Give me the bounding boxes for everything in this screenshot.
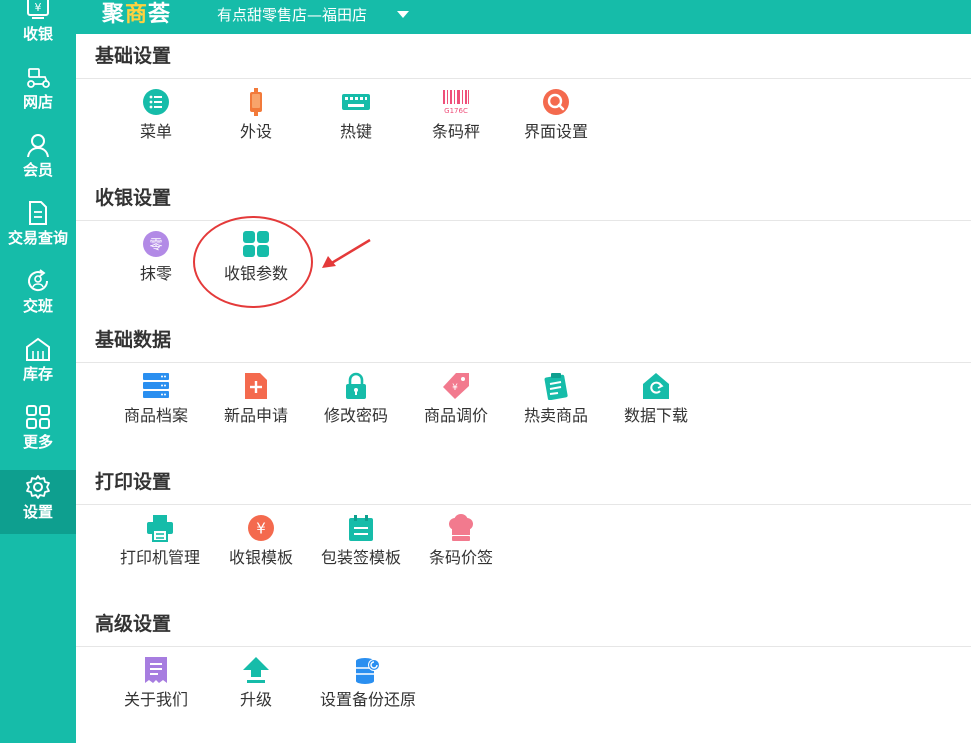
sidebar-item-online-store[interactable]: 网店 bbox=[0, 60, 76, 124]
tile-receipt-template[interactable]: ¥ 收银模板 bbox=[211, 514, 311, 578]
gear-icon bbox=[26, 475, 50, 499]
scooter-icon bbox=[27, 68, 50, 88]
grid-icon bbox=[26, 405, 50, 429]
tile-hotkeys[interactable]: 热键 bbox=[306, 88, 406, 152]
sidebar-item-label: 网店 bbox=[22, 93, 53, 111]
member-icon bbox=[27, 134, 49, 158]
zero-icon: 零 bbox=[143, 231, 169, 257]
tile-barcode-price-label[interactable]: 条码价签 bbox=[411, 514, 511, 578]
app-logo: 聚商荟 bbox=[102, 2, 172, 27]
tile-backup-restore[interactable]: 设置备份还原 bbox=[318, 656, 418, 720]
sidebar-item-shift[interactable]: 交班 bbox=[0, 264, 76, 328]
svg-text:¥: ¥ bbox=[35, 1, 42, 14]
top-header: 聚商荟 有点甜零售店—福田店 bbox=[76, 0, 971, 34]
device-icon bbox=[250, 88, 262, 116]
sidebar: ¥ 收银 网店 会员 交易查询 交班 库存 更多 设置 bbox=[0, 0, 76, 743]
section-title-basic-data: 基础数据 bbox=[95, 329, 172, 351]
upload-icon bbox=[243, 657, 269, 683]
divider bbox=[76, 504, 971, 505]
svg-text:¥: ¥ bbox=[256, 520, 266, 538]
clipboard-icon bbox=[544, 373, 568, 400]
sidebar-item-more[interactable]: 更多 bbox=[0, 400, 76, 464]
svg-text:G176C: G176C bbox=[444, 107, 468, 115]
chef-hat-icon bbox=[449, 514, 473, 541]
price-tag-icon: ¥ bbox=[443, 373, 469, 399]
sidebar-item-label: 收银 bbox=[22, 25, 53, 43]
sidebar-item-label: 库存 bbox=[22, 365, 53, 383]
chevron-down-icon[interactable] bbox=[397, 11, 409, 18]
cashier-icon: ¥ bbox=[27, 0, 49, 19]
section-title-advanced-settings: 高级设置 bbox=[95, 613, 172, 635]
tile-barcode-scale[interactable]: G176C 条码秤 bbox=[406, 88, 506, 152]
sidebar-item-label: 设置 bbox=[22, 503, 53, 521]
tile-about-us[interactable]: 关于我们 bbox=[106, 656, 206, 720]
sidebar-item-label: 交易查询 bbox=[7, 229, 68, 247]
tile-package-label-template[interactable]: 包装签模板 bbox=[311, 514, 411, 578]
sync-home-icon bbox=[643, 373, 669, 399]
tile-change-password[interactable]: 修改密码 bbox=[306, 372, 406, 436]
yen-icon: ¥ bbox=[248, 515, 274, 541]
sidebar-item-cashier[interactable]: ¥ 收银 bbox=[0, 0, 76, 56]
store-selector[interactable]: 有点甜零售店—福田店 bbox=[217, 5, 367, 25]
tile-data-download[interactable]: 数据下载 bbox=[606, 372, 706, 436]
annotation-circle bbox=[193, 216, 313, 308]
shift-icon bbox=[28, 269, 49, 292]
tile-new-product-request[interactable]: 新品申请 bbox=[206, 372, 306, 436]
sidebar-item-inventory[interactable]: 库存 bbox=[0, 332, 76, 396]
tile-interface-settings[interactable]: 界面设置 bbox=[506, 88, 606, 152]
magnify-icon bbox=[543, 89, 569, 115]
annotation-arrow-icon bbox=[322, 238, 371, 268]
document-icon bbox=[29, 201, 47, 225]
tile-hot-products[interactable]: 热卖商品 bbox=[506, 372, 606, 436]
tile-upgrade[interactable]: 升级 bbox=[206, 656, 306, 720]
sidebar-item-member[interactable]: 会员 bbox=[0, 128, 76, 192]
section-title-basic-settings: 基础设置 bbox=[95, 45, 172, 67]
tile-printer-management[interactable]: 打印机管理 bbox=[110, 514, 210, 578]
calendar-icon bbox=[349, 515, 373, 541]
section-title-cashier-settings: 收银设置 bbox=[95, 187, 172, 209]
warehouse-icon bbox=[26, 337, 50, 361]
divider bbox=[76, 78, 971, 79]
divider bbox=[76, 220, 971, 221]
sidebar-item-transactions[interactable]: 交易查询 bbox=[0, 196, 76, 260]
tile-price-adjust[interactable]: ¥ 商品调价 bbox=[406, 372, 506, 436]
divider bbox=[76, 362, 971, 363]
new-file-icon bbox=[245, 373, 267, 399]
tile-peripherals[interactable]: 外设 bbox=[206, 88, 306, 152]
sidebar-item-label: 交班 bbox=[22, 297, 53, 315]
sidebar-item-label: 会员 bbox=[22, 161, 53, 179]
tile-round-off[interactable]: 零 抹零 bbox=[106, 230, 206, 294]
printer-icon bbox=[147, 515, 173, 542]
sidebar-item-settings[interactable]: 设置 bbox=[0, 470, 76, 534]
tile-product-records[interactable]: 商品档案 bbox=[106, 372, 206, 436]
barcode-icon: G176C bbox=[443, 90, 469, 115]
divider bbox=[76, 646, 971, 647]
tile-menu[interactable]: 菜单 bbox=[106, 88, 206, 152]
backup-icon bbox=[356, 658, 380, 684]
svg-text:零: 零 bbox=[149, 238, 162, 253]
sidebar-item-label: 更多 bbox=[22, 433, 53, 451]
receipt-icon bbox=[145, 657, 167, 683]
keyboard-icon bbox=[342, 94, 370, 110]
lock-icon bbox=[346, 372, 366, 399]
svg-text:¥: ¥ bbox=[452, 383, 458, 393]
server-icon bbox=[143, 373, 169, 398]
menu-list-icon bbox=[143, 89, 169, 115]
section-title-print-settings: 打印设置 bbox=[95, 471, 172, 493]
